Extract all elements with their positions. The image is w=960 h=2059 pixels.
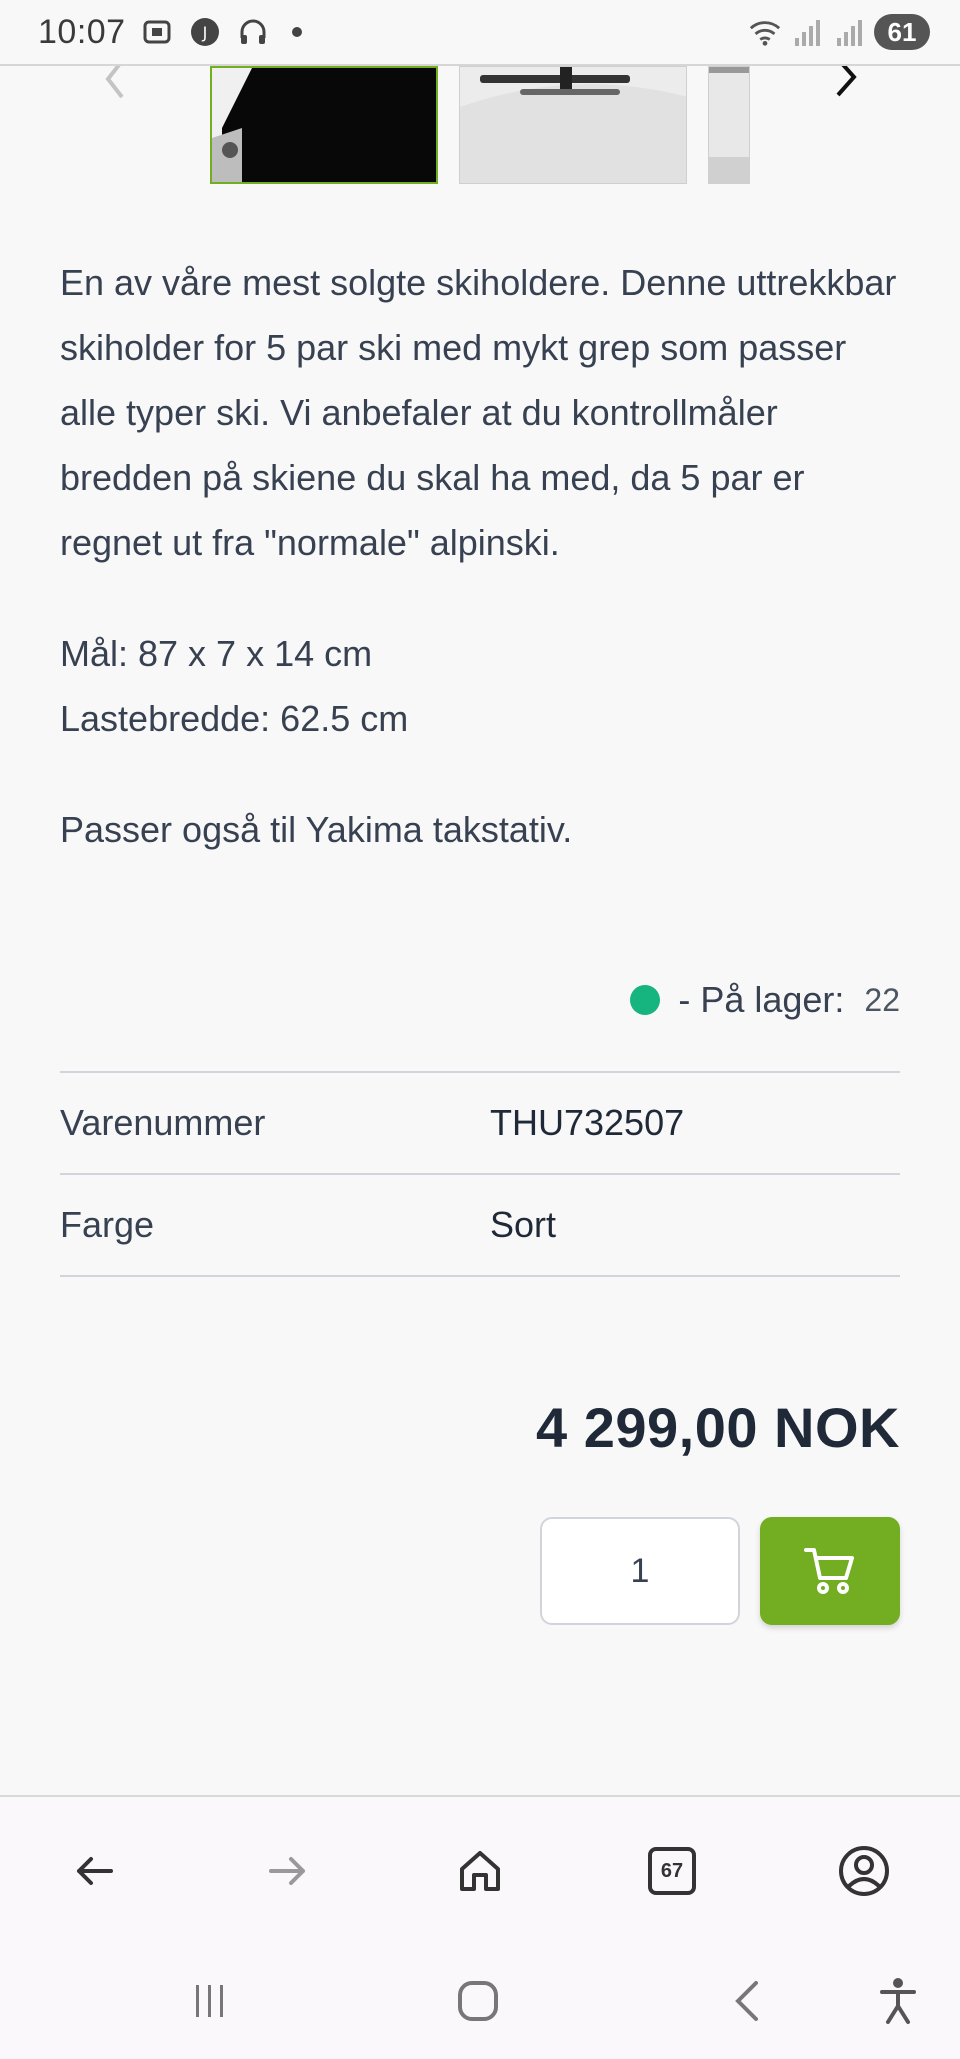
tabs-count: 67 — [648, 1847, 696, 1895]
home-nav-icon[interactable] — [438, 1961, 518, 2041]
battery-indicator: 61 — [874, 14, 930, 50]
product-compatibility: Passer også til Yakima takstativ. — [60, 809, 573, 850]
spec-key: Varenummer — [60, 1102, 266, 1143]
back-nav-icon[interactable] — [708, 1961, 788, 2041]
cart-icon — [802, 1542, 858, 1601]
product-dimensions: Mål: 87 x 7 x 14 cm — [60, 633, 373, 674]
tabs-icon[interactable]: 67 — [632, 1831, 712, 1911]
thumbnail-1[interactable] — [210, 66, 438, 184]
status-time: 10:07 — [38, 12, 126, 51]
spec-value: Sort — [490, 1204, 557, 1245]
spec-value: THU732507 — [490, 1102, 685, 1143]
forward-arrow-icon[interactable] — [247, 1831, 327, 1911]
status-left: 10:07 J — [38, 13, 302, 52]
home-icon[interactable] — [440, 1831, 520, 1911]
back-arrow-icon[interactable] — [55, 1831, 135, 1911]
spec-row: Varenummer THU732507 — [60, 1073, 900, 1175]
spec-table: Varenummer THU732507 Farge Sort — [60, 1071, 900, 1277]
image-carousel — [0, 59, 960, 186]
product-description-section: En av våre mest solgte skiholdere. Denne… — [60, 250, 900, 862]
chevron-left-icon[interactable] — [85, 61, 145, 99]
app-notification-icon: J — [188, 15, 222, 49]
accessibility-icon[interactable] — [858, 1961, 938, 2041]
thumbnail-2[interactable] — [459, 66, 687, 184]
product-description: En av våre mest solgte skiholdere. Denne… — [60, 262, 897, 563]
signal-icon-2 — [832, 15, 866, 49]
add-to-cart-button[interactable] — [760, 1517, 900, 1625]
stock-quantity: 22 — [864, 981, 900, 1018]
headphones-icon — [236, 15, 270, 49]
stock-label: - På lager: — [678, 979, 845, 1020]
wifi-icon — [748, 15, 782, 49]
recent-apps-icon[interactable] — [170, 1961, 250, 2041]
spec-row: Farge Sort — [60, 1175, 900, 1277]
screenshot-icon — [140, 15, 174, 49]
quantity-input[interactable] — [540, 1517, 740, 1625]
product-price: 4 299,00 NOK — [536, 1396, 900, 1459]
status-right: 61 — [748, 14, 930, 50]
notification-dot — [291, 27, 302, 37]
account-icon[interactable] — [824, 1831, 904, 1911]
stock-status: - På lager: 22 — [60, 970, 900, 1030]
product-load-width: Lastebredde: 62.5 cm — [60, 698, 409, 739]
browser-toolbar: 67 — [0, 1795, 960, 1945]
signal-icon — [790, 15, 824, 49]
system-nav-bar — [0, 1945, 960, 2059]
spec-key: Farge — [60, 1204, 155, 1245]
product-dimensions-block: Mål: 87 x 7 x 14 cm Lastebredde: 62.5 cm — [60, 621, 900, 751]
thumbnail-3[interactable] — [708, 66, 750, 184]
status-bar: 10:07 J 61 — [0, 0, 960, 66]
svg-text:J: J — [201, 23, 207, 42]
stock-indicator-dot — [630, 985, 661, 1015]
chevron-right-icon[interactable] — [815, 59, 875, 97]
